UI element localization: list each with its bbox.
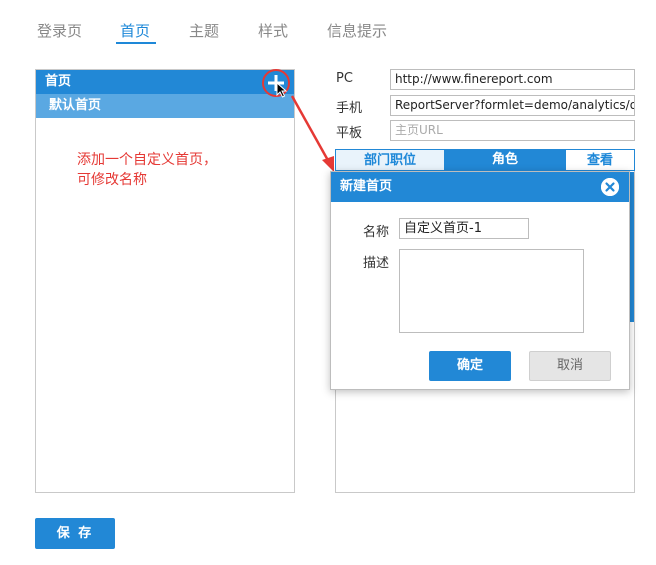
dialog-close-button[interactable] (601, 178, 619, 196)
close-icon (601, 178, 619, 196)
description-label: 描述 (363, 256, 390, 271)
home-list-header: 首页 (36, 70, 294, 94)
tab-login-page[interactable]: 登录页 (37, 20, 82, 41)
mobile-url-field[interactable]: ReportServer?formlet=demo/analytics/ope.… (390, 95, 635, 116)
tablet-url-field[interactable]: 主页URL (390, 120, 635, 141)
home-list-item-default[interactable]: 默认首页 (36, 94, 294, 118)
tab-department-position[interactable]: 部门职位 (335, 149, 445, 171)
tab-info-prompt[interactable]: 信息提示 (327, 20, 387, 41)
annotation-text: 添加一个自定义首页，可修改名称 (77, 152, 217, 188)
top-tab-bar: 登录页 首页 主题 样式 信息提示 (0, 0, 656, 48)
pc-label: PC (336, 71, 353, 86)
tab-style[interactable]: 样式 (258, 20, 288, 41)
description-textarea[interactable] (399, 249, 584, 333)
dialog-title: 新建首页 (331, 172, 629, 202)
cancel-button[interactable]: 取消 (529, 351, 611, 381)
pc-url-field[interactable]: http://www.finereport.com (390, 69, 635, 90)
tab-view[interactable]: 查看 (565, 149, 635, 171)
confirm-button[interactable]: 确定 (429, 351, 511, 381)
tab-role[interactable]: 角色 (445, 149, 565, 171)
home-page-list-panel: 首页 默认首页 (35, 69, 295, 493)
save-button[interactable]: 保 存 (35, 518, 115, 549)
name-label: 名称 (363, 225, 390, 240)
tab-theme[interactable]: 主题 (189, 20, 219, 41)
new-home-page-dialog: 新建首页 名称 自定义首页-1 描述 确定 取消 (330, 171, 630, 390)
tab-home-page[interactable]: 首页 (120, 20, 150, 41)
mouse-cursor-icon (276, 82, 288, 98)
name-input[interactable]: 自定义首页-1 (399, 218, 529, 239)
red-arrow-annotation (290, 95, 334, 172)
active-tab-indicator (116, 42, 156, 44)
